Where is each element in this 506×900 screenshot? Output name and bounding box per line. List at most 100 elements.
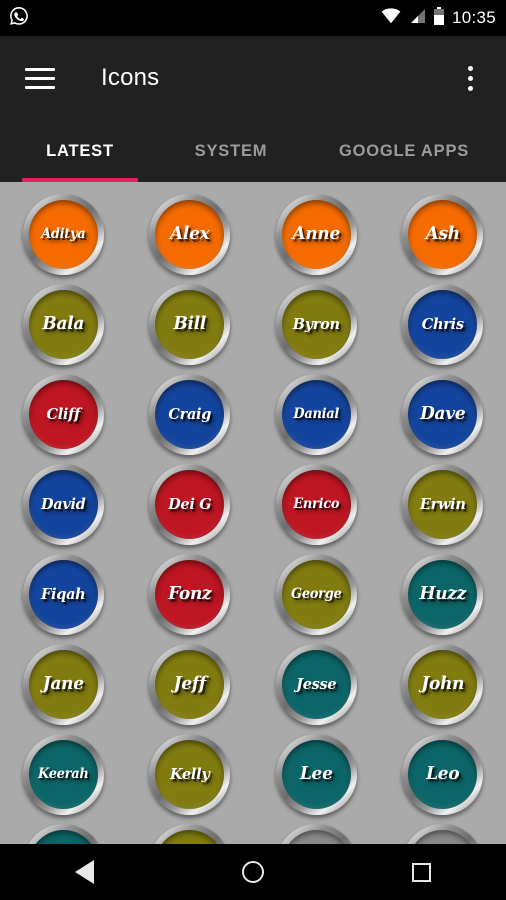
icon-badge-face: Alex — [155, 199, 225, 269]
icon-cell[interactable]: Huzz — [380, 549, 506, 639]
icon-badge[interactable]: John — [402, 643, 484, 725]
icon-cell[interactable]: Kelly — [127, 729, 254, 819]
icon-badge[interactable]: Bala — [22, 283, 104, 365]
overflow-menu-icon[interactable] — [454, 36, 486, 120]
icon-cell[interactable]: Jeff — [127, 639, 254, 729]
icon-label: Cliff — [46, 405, 81, 423]
status-bar: 10:35 — [0, 0, 506, 36]
icon-cell[interactable]: Jesse — [253, 639, 380, 729]
tab-system[interactable]: SYSTEM — [160, 120, 302, 182]
icon-label: Leo — [426, 763, 460, 785]
icon-badge-face: Kelly — [155, 739, 225, 809]
icon-badge[interactable]: Lee — [275, 733, 357, 815]
icon-cell[interactable]: Craig — [127, 369, 254, 459]
tab-google-apps[interactable]: GOOGLE APPS — [302, 120, 506, 182]
icon-badge-face: Lee — [281, 739, 351, 809]
icon-badge-face — [28, 829, 98, 844]
icon-cell[interactable]: Cliff — [0, 369, 127, 459]
icon-cell[interactable]: Bala — [0, 279, 127, 369]
icon-badge[interactable]: Fonz — [149, 553, 231, 635]
icon-badge-face: Dave — [408, 379, 478, 449]
icon-badge-face — [281, 829, 351, 844]
icon-cell[interactable]: George — [253, 549, 380, 639]
icon-badge[interactable]: Huzz — [402, 553, 484, 635]
icon-cell[interactable] — [380, 819, 506, 844]
icon-cell[interactable]: Bill — [127, 279, 254, 369]
icon-cell[interactable]: Enrico — [253, 459, 380, 549]
icon-badge[interactable]: George — [275, 553, 357, 635]
icon-badge[interactable]: Jane — [22, 643, 104, 725]
icon-cell[interactable]: Lee — [253, 729, 380, 819]
icon-cell[interactable]: Erwin — [380, 459, 506, 549]
icon-badge[interactable]: Jesse — [275, 643, 357, 725]
icon-cell[interactable]: Aditya — [0, 189, 127, 279]
icon-badge[interactable] — [149, 823, 231, 844]
icon-badge[interactable]: Danial — [275, 373, 357, 455]
icon-cell[interactable] — [253, 819, 380, 844]
icon-badge[interactable]: Leo — [402, 733, 484, 815]
tab-latest[interactable]: LATEST — [0, 120, 160, 182]
icon-badge-face: Bala — [28, 289, 98, 359]
icon-badge[interactable]: Bill — [149, 283, 231, 365]
icon-badge[interactable]: Kelly — [149, 733, 231, 815]
icon-label: Byron — [292, 315, 340, 333]
icon-cell[interactable]: Fonz — [127, 549, 254, 639]
icon-badge-face: Fonz — [155, 559, 225, 629]
icon-cell[interactable]: Alex — [127, 189, 254, 279]
icon-badge[interactable]: Chris — [402, 283, 484, 365]
icon-label: Jesse — [296, 675, 337, 693]
icon-badge-face: Craig — [155, 379, 225, 449]
icon-cell[interactable]: Dave — [380, 369, 506, 459]
icon-badge-face: Aditya — [28, 199, 98, 269]
icon-cell[interactable]: David — [0, 459, 127, 549]
icon-cell[interactable]: Dei G — [127, 459, 254, 549]
icon-cell[interactable]: Keerah — [0, 729, 127, 819]
home-circle-icon[interactable] — [218, 844, 288, 900]
icon-cell[interactable]: John — [380, 639, 506, 729]
icon-cell[interactable]: Danial — [253, 369, 380, 459]
icon-badge[interactable]: Dave — [402, 373, 484, 455]
icon-badge[interactable]: Fiqah — [22, 553, 104, 635]
icon-badge[interactable]: Alex — [149, 193, 231, 275]
icon-cell[interactable]: Leo — [380, 729, 506, 819]
icon-cell[interactable]: Anne — [253, 189, 380, 279]
icon-badge-face: Dei G — [155, 469, 225, 539]
icon-badge[interactable]: Jeff — [149, 643, 231, 725]
icon-badge-face — [155, 829, 225, 844]
icon-badge[interactable]: Aditya — [22, 193, 104, 275]
icon-badge[interactable]: David — [22, 463, 104, 545]
icon-badge[interactable] — [402, 823, 484, 844]
icon-badge[interactable]: Byron — [275, 283, 357, 365]
icon-badge-face: Jane — [28, 649, 98, 719]
icon-badge[interactable]: Keerah — [22, 733, 104, 815]
back-triangle-icon[interactable] — [49, 844, 119, 900]
icon-badge[interactable]: Anne — [275, 193, 357, 275]
icon-badge-face: Leo — [408, 739, 478, 809]
icon-badge[interactable]: Craig — [149, 373, 231, 455]
hamburger-menu-icon[interactable] — [10, 36, 70, 120]
icon-badge-face: Enrico — [281, 469, 351, 539]
icon-badge-face: John — [408, 649, 478, 719]
icon-label: John — [421, 673, 465, 695]
icon-cell[interactable] — [0, 819, 127, 844]
icon-cell[interactable]: Jane — [0, 639, 127, 729]
icon-cell[interactable]: Ash — [380, 189, 506, 279]
icon-cell[interactable]: Byron — [253, 279, 380, 369]
icon-badge[interactable]: Enrico — [275, 463, 357, 545]
icon-badge[interactable]: Cliff — [22, 373, 104, 455]
icon-badge-face: Ash — [408, 199, 478, 269]
icon-grid-scroll-area[interactable]: Aditya Alex Anne Ash Bala Bill Byron Chris Cliff… — [0, 182, 506, 844]
icon-badge[interactable] — [275, 823, 357, 844]
icon-badge[interactable]: Ash — [402, 193, 484, 275]
icon-badge-face: Anne — [281, 199, 351, 269]
icon-badge[interactable] — [22, 823, 104, 844]
icon-badge[interactable]: Dei G — [149, 463, 231, 545]
icon-cell[interactable]: Chris — [380, 279, 506, 369]
icon-badge[interactable]: Erwin — [402, 463, 484, 545]
icon-badge-face: Fiqah — [28, 559, 98, 629]
icon-label: Anne — [292, 223, 341, 245]
icon-cell[interactable] — [127, 819, 254, 844]
status-bar-system-icons: 10:35 — [381, 6, 496, 30]
icon-cell[interactable]: Fiqah — [0, 549, 127, 639]
recents-square-icon[interactable] — [387, 844, 457, 900]
